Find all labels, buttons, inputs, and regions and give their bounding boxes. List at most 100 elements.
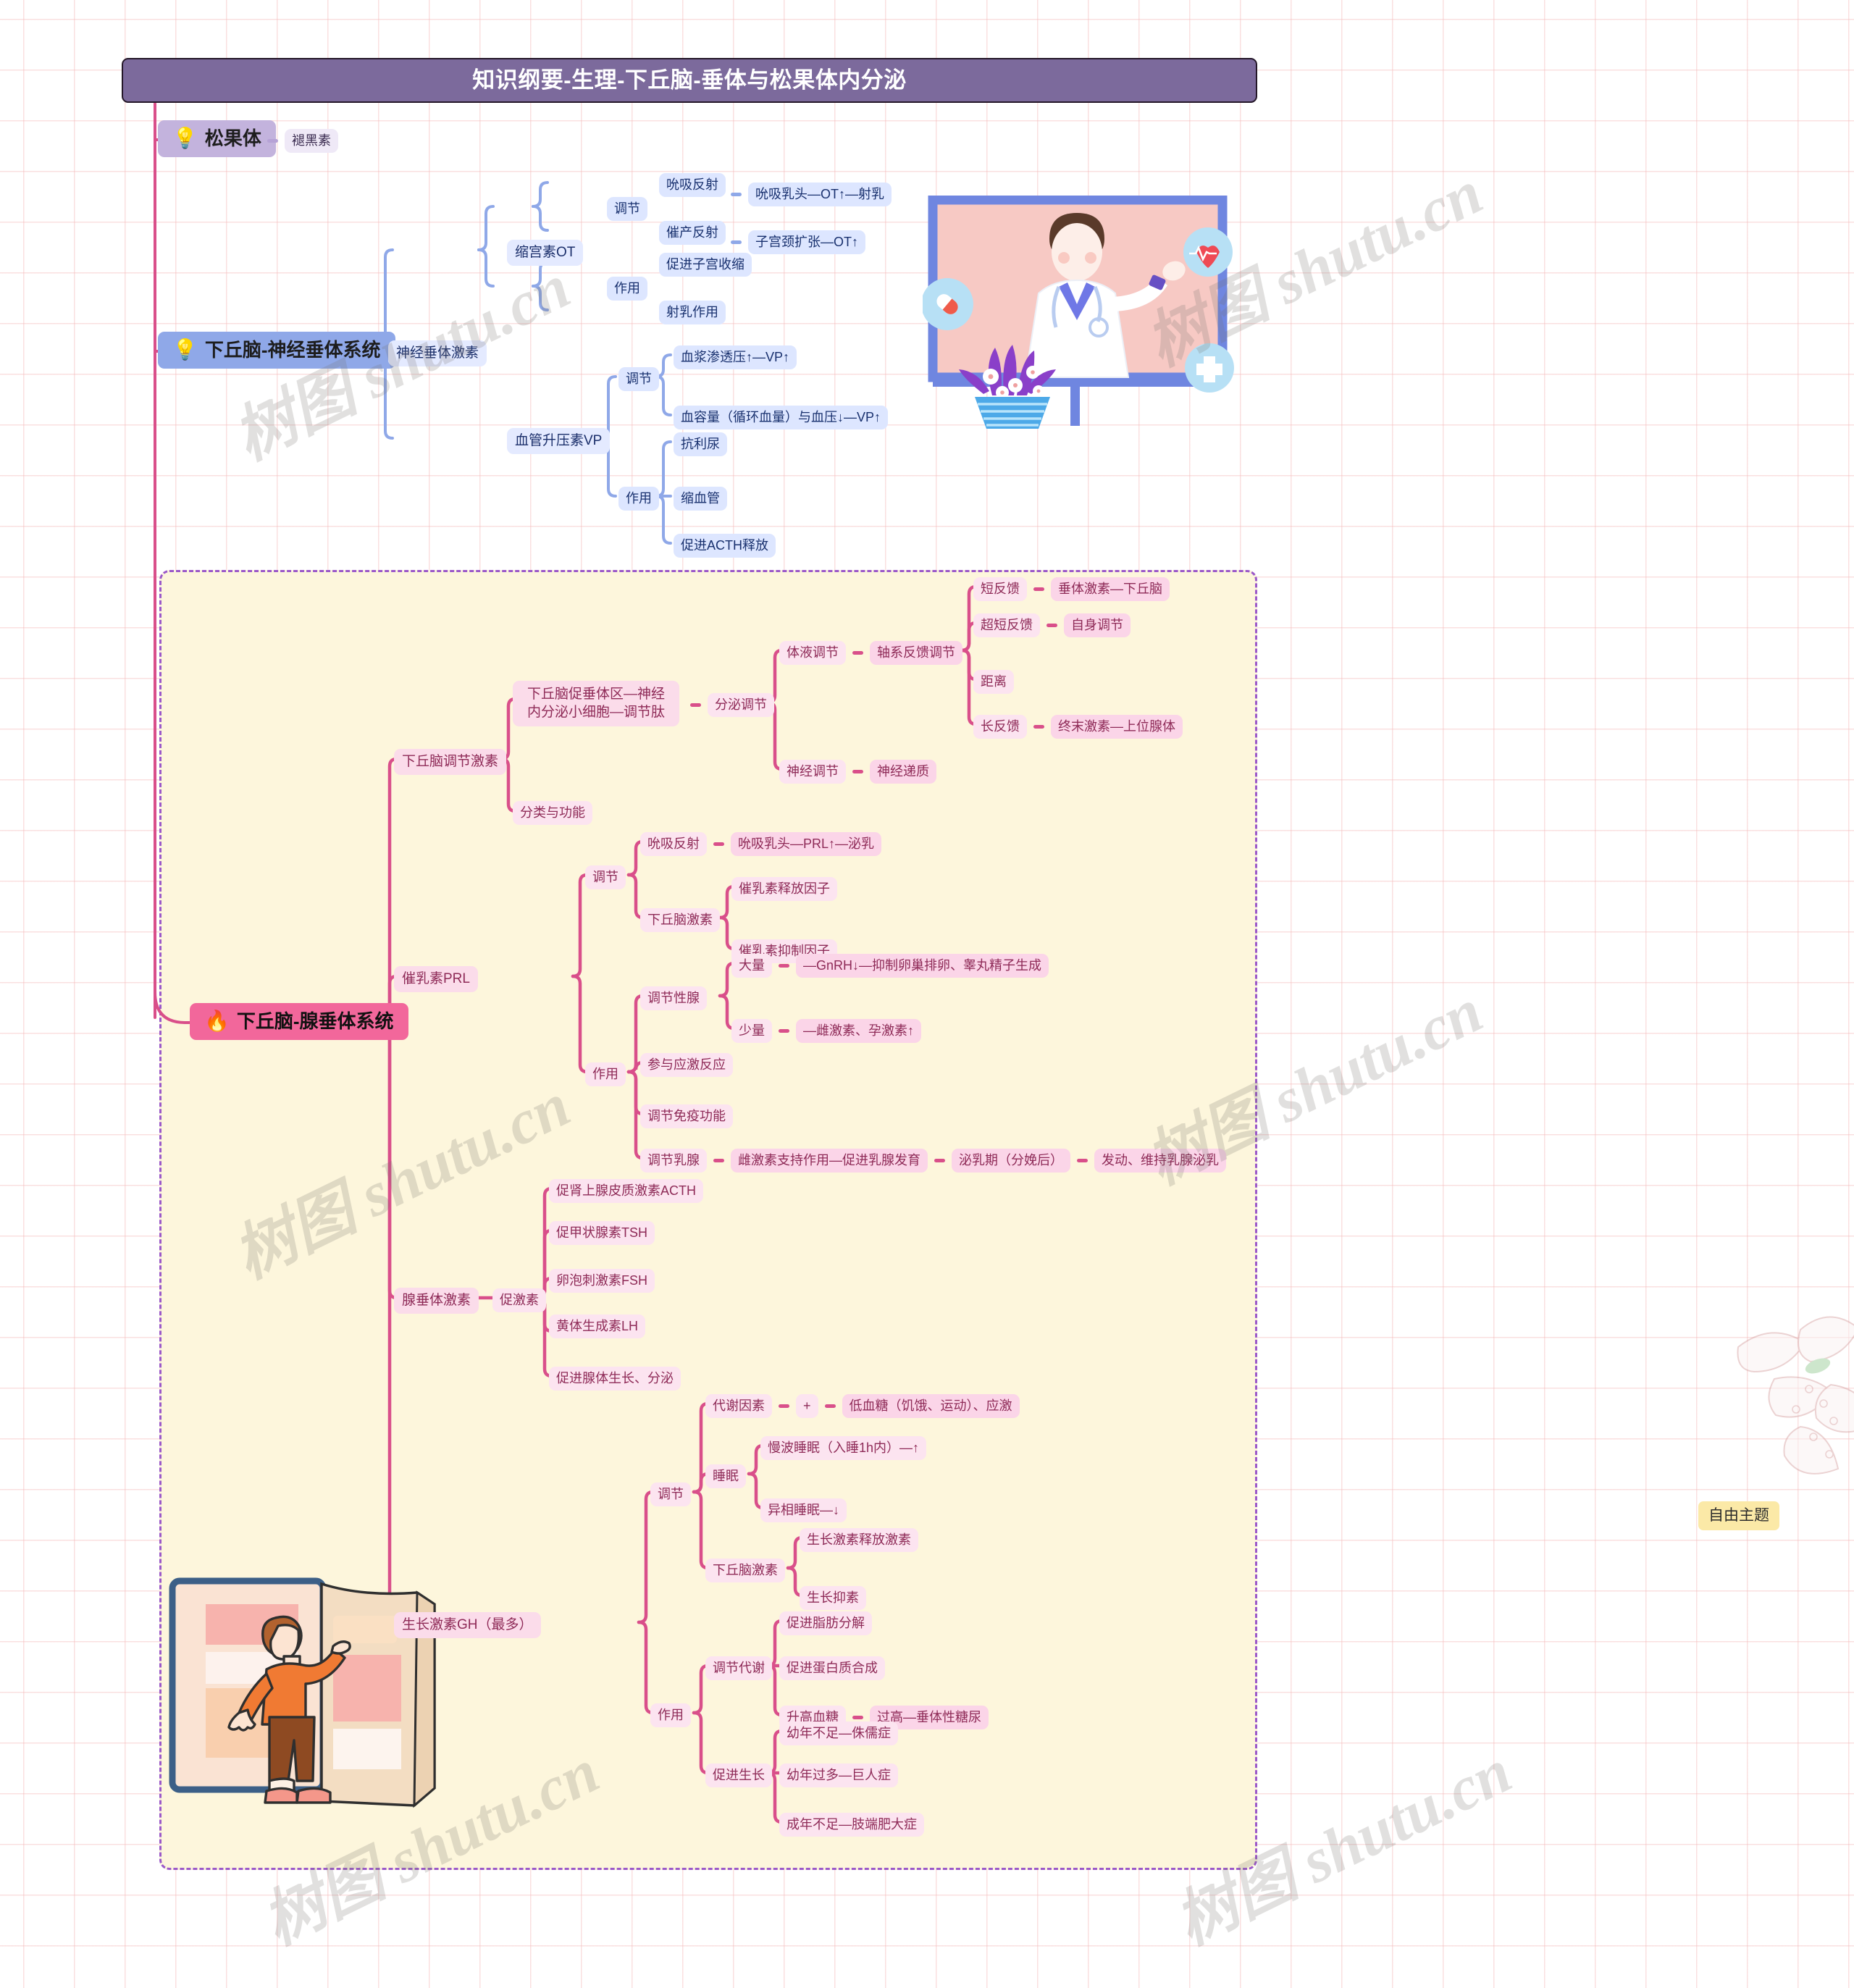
tropic-fsh[interactable]: 卵泡刺激素FSH	[549, 1269, 655, 1293]
oxytocin-suck-detail[interactable]: 吮吸乳头—OT↑—射乳	[748, 183, 892, 206]
gh-metabolic-operator[interactable]: +	[796, 1394, 818, 1418]
hormone-oxytocin[interactable]: 缩宫素OT	[507, 240, 584, 266]
prl-gonad-small-label[interactable]: 少量	[731, 1019, 772, 1043]
vp-effect-antidiuresis[interactable]: 抗利尿	[674, 432, 727, 456]
neural-regulation-label[interactable]: 神经调节	[779, 760, 846, 784]
prl-mammary-step3[interactable]: 发动、维持乳腺泌乳	[1094, 1149, 1226, 1173]
gh-metabolism-protein[interactable]: 促进蛋白质合成	[779, 1656, 885, 1680]
hormone-gh[interactable]: 生长激素GH（最多）	[394, 1612, 541, 1638]
oxytocin-effect-uterus[interactable]: 促进子宫收缩	[659, 253, 752, 277]
prl-suck-detail[interactable]: 吮吸乳头—PRL↑—泌乳	[731, 832, 882, 856]
prl-gonad-large-chain: 大量 —GnRH↓—抑制卵巢排卵、睾丸精子生成	[731, 954, 1049, 978]
hormone-prolactin[interactable]: 催乳素PRL	[394, 966, 478, 992]
vp-reg-volume[interactable]: 血容量（循环血量）与血压↓—VP↑	[674, 406, 889, 429]
prl-gonad-large-label[interactable]: 大量	[731, 954, 772, 978]
gh-hypo-hormone-label[interactable]: 下丘脑激素	[705, 1559, 785, 1582]
lightbulb-icon: 💡	[172, 338, 198, 361]
fire-icon: 🔥	[204, 1010, 230, 1033]
prl-effect-immune[interactable]: 调节免疫功能	[640, 1104, 733, 1128]
axis-feedback-regulation[interactable]: 轴系反馈调节	[870, 641, 962, 665]
gh-metabolic-factor-label[interactable]: 代谢因素	[705, 1394, 772, 1418]
feedback-short-label[interactable]: 短反馈	[973, 577, 1027, 601]
oxytocin-labor-detail[interactable]: 子宫颈扩张—OT↑	[748, 230, 865, 254]
prl-hypo-hormone-label[interactable]: 下丘脑激素	[640, 908, 720, 932]
tropic-hormones-label[interactable]: 促激素	[492, 1288, 546, 1312]
oxytocin-regulation-label[interactable]: 调节	[607, 197, 647, 221]
prl-regulation-label[interactable]: 调节	[585, 865, 626, 889]
hypothalamic-regulatory-hormones[interactable]: 下丘脑调节激素	[394, 749, 507, 775]
feedback-ultrashort-detail[interactable]: 自身调节	[1064, 613, 1131, 637]
branch-neurohypophysis[interactable]: 💡 下丘脑-神经垂体系统	[158, 332, 395, 369]
neurohypophysis-hormones[interactable]: 神经垂体激素	[388, 340, 487, 366]
gh-somatostatin[interactable]: 生长抑素	[800, 1586, 866, 1610]
link-dash	[779, 1028, 789, 1033]
gh-metabolism-label[interactable]: 调节代谢	[705, 1656, 772, 1680]
gh-metabolic-factor-chain: 代谢因素 + 低血糖（饥饿、运动）、应激	[705, 1394, 1020, 1418]
feedback-short-chain: 短反馈 垂体激素—下丘脑	[973, 577, 1170, 601]
feedback-long-label[interactable]: 长反馈	[973, 715, 1027, 739]
gh-regulation-label[interactable]: 调节	[650, 1482, 691, 1506]
branch-pineal[interactable]: 💡 松果体	[158, 120, 276, 157]
vp-effect-label[interactable]: 作用	[618, 487, 659, 511]
feedback-ultrashort-chain: 超短反馈 自身调节	[973, 613, 1131, 637]
oxytocin-reg-labor[interactable]: 催产反射	[659, 221, 726, 245]
pineal-child-chain: 褪黑素	[261, 129, 338, 153]
branch-pineal-label: 松果体	[204, 127, 261, 149]
gh-metabolism-lipolysis[interactable]: 促进脂肪分解	[779, 1611, 872, 1635]
secretion-regulation-label[interactable]: 分泌调节	[708, 693, 774, 717]
prl-mammary-label[interactable]: 调节乳腺	[640, 1149, 707, 1173]
gh-growth-acromegaly[interactable]: 成年不足—肢端肥大症	[779, 1813, 924, 1837]
vp-reg-osmolality[interactable]: 血浆渗透压↑—VP↑	[674, 345, 797, 369]
prl-gonad-label[interactable]: 调节性腺	[640, 986, 707, 1010]
pineal-melatonin[interactable]: 褪黑素	[285, 129, 338, 153]
tropic-gland-growth[interactable]: 促进腺体生长、分泌	[549, 1367, 681, 1391]
pituitary-hormones[interactable]: 腺垂体激素	[394, 1288, 479, 1314]
gh-growth-dwarfism[interactable]: 幼年不足—侏儒症	[779, 1721, 898, 1745]
prl-gonad-small-detail[interactable]: —雌激素、孕激素↑	[796, 1019, 921, 1043]
prl-releasing-factor[interactable]: 催乳素释放因子	[731, 877, 837, 901]
gh-growth-gigantism[interactable]: 幼年过多—巨人症	[779, 1763, 898, 1787]
hormone-vasopressin[interactable]: 血管升压素VP	[507, 428, 611, 454]
tropic-tsh[interactable]: 促甲状腺素TSH	[549, 1221, 655, 1245]
hypothalamic-origin[interactable]: 下丘脑促垂体区—神经内分泌小细胞—调节肽	[513, 681, 679, 727]
oxytocin-effect-milk[interactable]: 射乳作用	[659, 301, 726, 324]
prl-effect-label[interactable]: 作用	[585, 1062, 626, 1086]
prl-gonad-large-detail[interactable]: —GnRH↓—抑制卵巢排卵、睾丸精子生成	[796, 954, 1049, 978]
free-topic-node[interactable]: 自由主题	[1698, 1501, 1779, 1531]
feedback-long-chain: 长反馈 终末激素—上位腺体	[973, 715, 1183, 739]
prl-suck-label[interactable]: 吮吸反射	[640, 832, 707, 856]
gh-sleep-sws[interactable]: 慢波睡眠（入睡1h内）—↑	[760, 1436, 927, 1460]
prl-effect-stress[interactable]: 参与应激反应	[640, 1053, 733, 1077]
link-dash	[731, 192, 742, 196]
feedback-ultrashort-label[interactable]: 超短反馈	[973, 613, 1040, 637]
oxytocin-reg-suck[interactable]: 吮吸反射	[659, 173, 726, 197]
oxytocin-effect-label[interactable]: 作用	[607, 277, 647, 301]
prl-mammary-chain: 调节乳腺 雌激素支持作用—促进乳腺发育 泌乳期（分娩后） 发动、维持乳腺泌乳	[640, 1149, 1226, 1173]
prl-mammary-step1[interactable]: 雌激素支持作用—促进乳腺发育	[731, 1149, 928, 1173]
feedback-long-detail[interactable]: 终末激素—上位腺体	[1051, 715, 1183, 739]
neurotransmitter[interactable]: 神经递质	[870, 760, 936, 784]
link-dash	[934, 1158, 945, 1162]
gh-sleep-label[interactable]: 睡眠	[705, 1464, 746, 1488]
feedback-short-detail[interactable]: 垂体激素—下丘脑	[1051, 577, 1170, 601]
humoral-regulation-label[interactable]: 体液调节	[779, 641, 846, 665]
hypothalamic-classification[interactable]: 分类与功能	[513, 801, 592, 825]
feedback-distance[interactable]: 距离	[973, 670, 1014, 694]
vp-effect-vasoconstrict[interactable]: 缩血管	[674, 487, 727, 511]
branch-adenohypophysis[interactable]: 🔥 下丘脑-腺垂体系统	[190, 1003, 408, 1040]
link-dash	[779, 963, 789, 968]
vp-effect-acth[interactable]: 促进ACTH释放	[674, 534, 776, 558]
tropic-acth[interactable]: 促肾上腺皮质激素ACTH	[549, 1179, 703, 1203]
tropic-lh[interactable]: 黄体生成素LH	[549, 1314, 646, 1338]
gh-effect-label[interactable]: 作用	[650, 1703, 691, 1727]
gh-growth-label[interactable]: 促进生长	[705, 1763, 772, 1787]
link-dash	[852, 1715, 863, 1719]
gh-releasing-hormone[interactable]: 生长激素释放激素	[800, 1528, 918, 1552]
lightbulb-icon: 💡	[172, 127, 198, 150]
link-dash	[1077, 1158, 1088, 1162]
gh-sleep-rem[interactable]: 异相睡眠—↓	[760, 1498, 847, 1522]
vp-regulation-label[interactable]: 调节	[618, 367, 659, 391]
prl-mammary-step2[interactable]: 泌乳期（分娩后）	[952, 1149, 1070, 1173]
secretion-regulation-chain: 分泌调节	[684, 693, 774, 717]
gh-metabolic-detail[interactable]: 低血糖（饥饿、运动）、应激	[842, 1394, 1020, 1418]
